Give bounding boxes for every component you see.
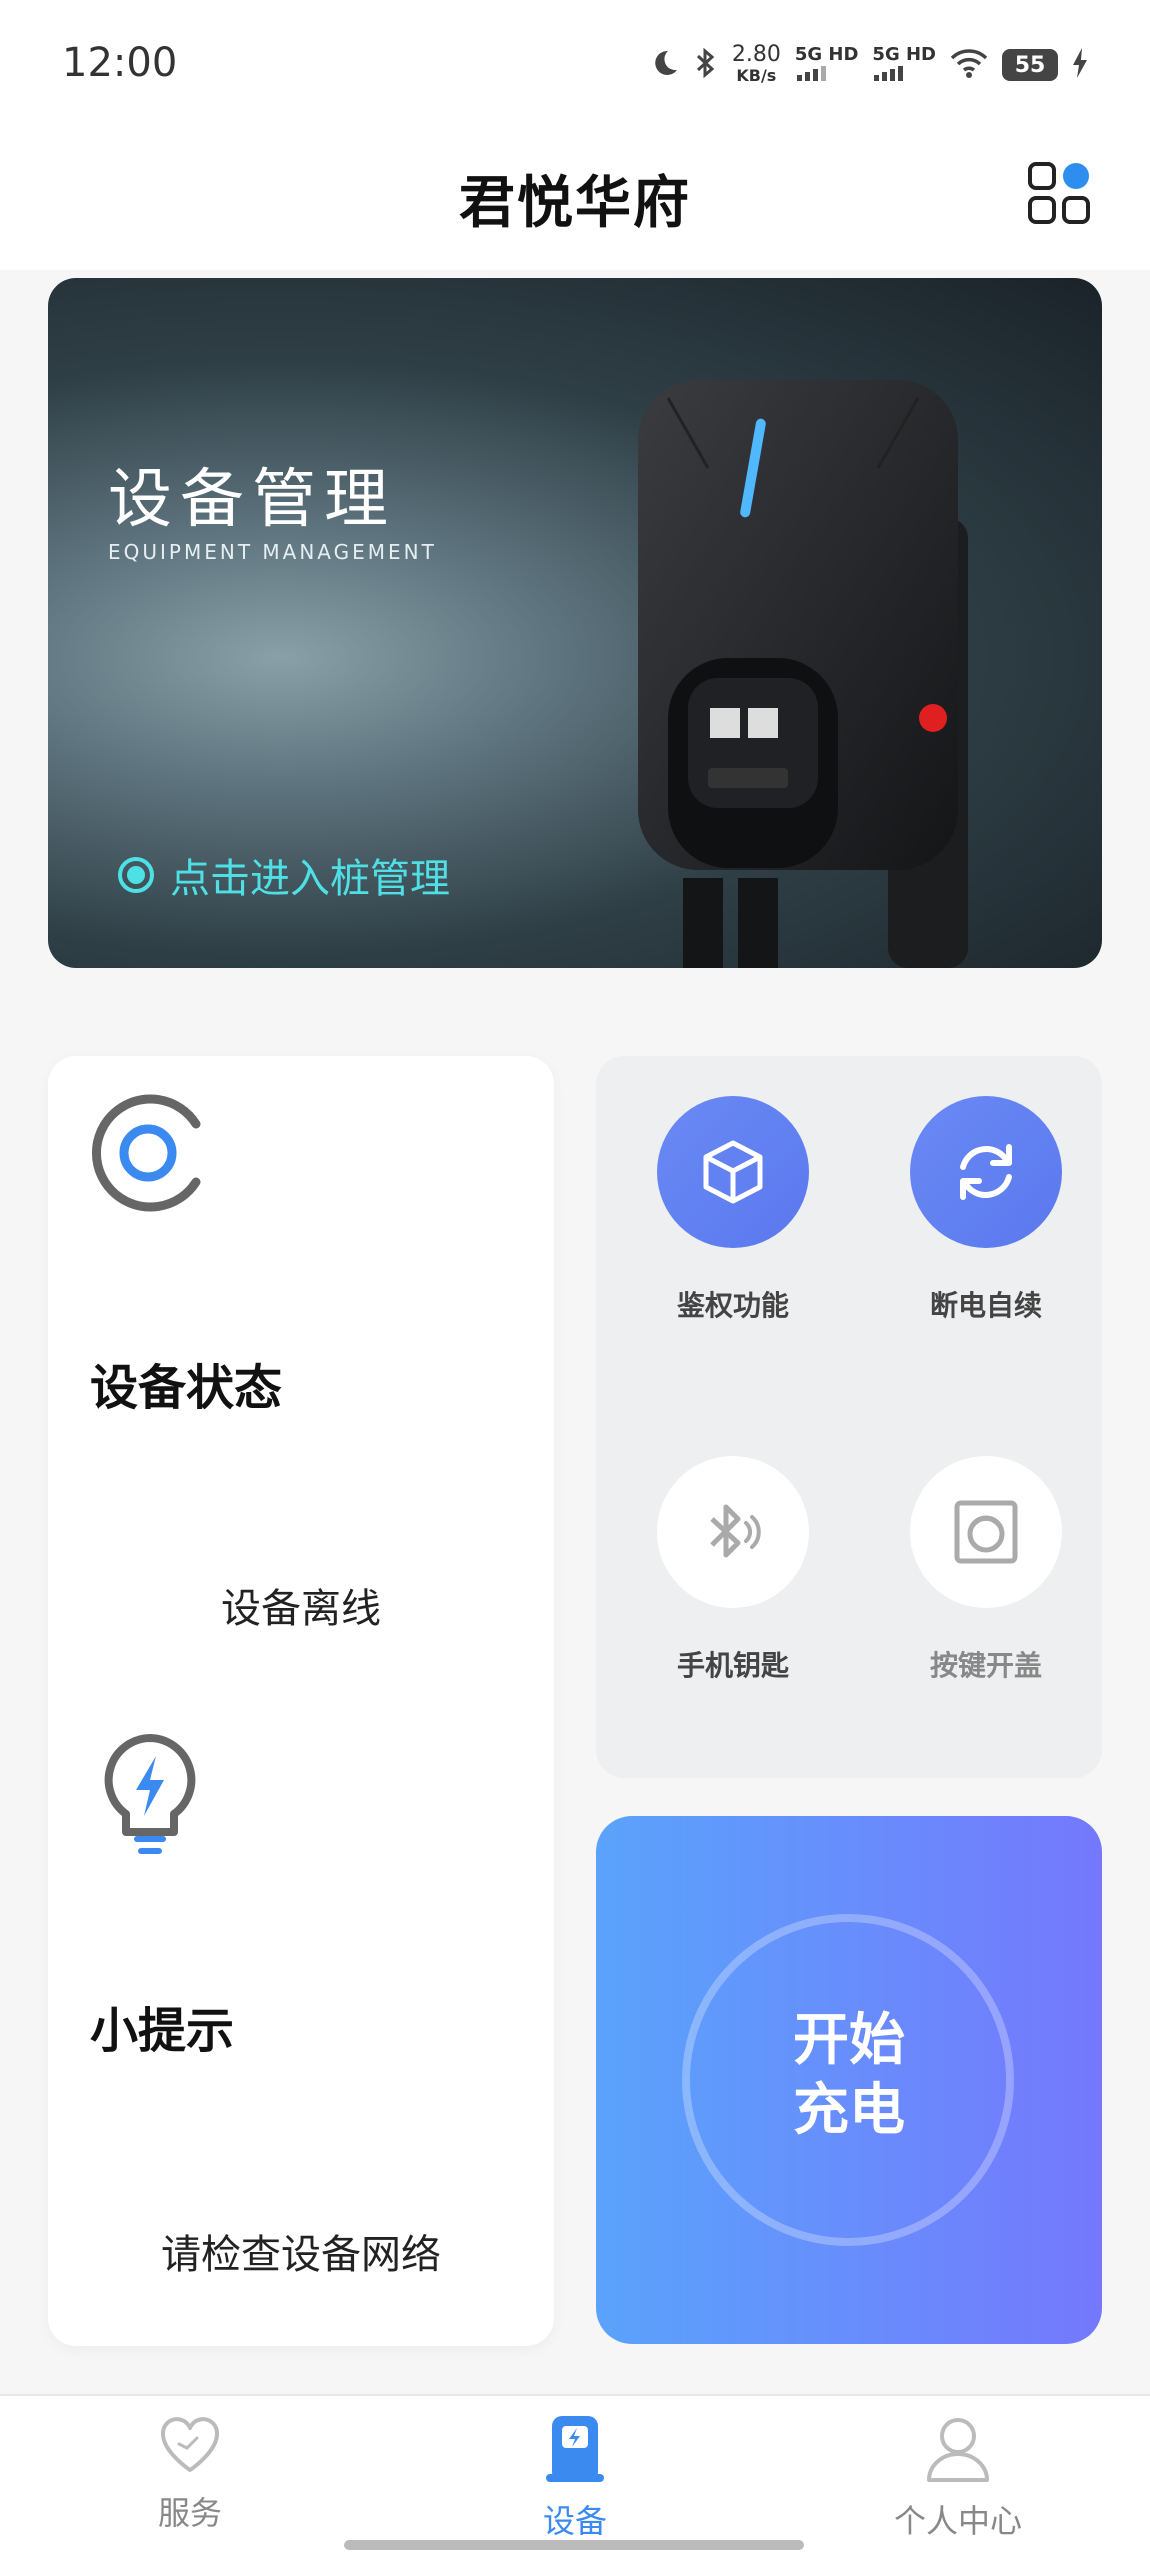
home-indicator[interactable] <box>344 2540 804 2550</box>
page-title: 君悦华府 <box>459 171 691 236</box>
banner-subtitle: EQUIPMENT MANAGEMENT <box>108 540 437 564</box>
equipment-management-banner[interactable]: 设备管理 EQUIPMENT MANAGEMENT 点击进入桩管理 <box>48 278 1102 968</box>
sim2-signal: 5G HD <box>872 45 936 85</box>
auth-function-button[interactable]: 鉴权功能 <box>623 1096 843 1324</box>
nav-label: 个人中心 <box>893 2502 1022 2540</box>
nav-item-service[interactable]: 服务 <box>80 2414 300 2534</box>
cube-icon <box>703 1140 763 1204</box>
status-bar: 12:00 2.80 KB/s 5G HD 5G HD 55 <box>0 0 1150 130</box>
banner-title: 设备管理 <box>108 463 396 537</box>
app-header: 君悦华府 <box>0 130 1150 270</box>
charger-illustration <box>638 380 968 968</box>
function-grid: 鉴权功能 断电自续 手机钥匙 按键开盖 <box>596 1056 1102 1778</box>
bluetooth-status-icon <box>694 47 718 83</box>
phone-key-button[interactable]: 手机钥匙 <box>623 1456 843 1684</box>
battery-indicator: 55 <box>1002 49 1058 81</box>
device-status-card: 设备状态 设备离线 小提示 请检查设备网络 <box>48 1056 554 2346</box>
radio-dot-icon <box>118 857 154 893</box>
nav-label: 设备 <box>542 2502 607 2540</box>
function-label: 鉴权功能 <box>676 1289 789 1322</box>
nav-item-profile[interactable]: 个人中心 <box>848 2414 1068 2542</box>
power-ring-icon <box>91 1094 201 1212</box>
status-icons: 2.80 KB/s 5G HD 5G HD 55 <box>650 44 1088 86</box>
function-icon-circle <box>910 1096 1062 1248</box>
heart-icon <box>160 2417 220 2472</box>
refresh-icon <box>960 1144 1012 1200</box>
lightbulb-icon <box>104 1734 196 1854</box>
power-resume-button[interactable]: 断电自续 <box>876 1096 1096 1324</box>
start-charging-button[interactable]: 开始 充电 <box>596 1816 1102 2344</box>
net-speed: 2.80 KB/s <box>731 42 781 86</box>
tip-value: 请检查设备网络 <box>161 2232 441 2278</box>
charging-bolt-icon <box>1072 48 1088 82</box>
function-icon-circle <box>657 1456 809 1608</box>
function-label: 按键开盖 <box>929 1649 1042 1682</box>
function-label: 断电自续 <box>929 1289 1042 1322</box>
banner-link-label: 点击进入桩管理 <box>170 856 450 902</box>
nav-item-device[interactable]: 设备 <box>465 2414 685 2542</box>
function-icon-circle <box>657 1096 809 1248</box>
moon-icon <box>650 48 680 82</box>
charger-icon <box>546 2416 604 2482</box>
device-status-value: 设备离线 <box>221 1586 381 1632</box>
user-icon <box>927 2418 989 2482</box>
nav-label: 服务 <box>157 2494 222 2532</box>
button-icon <box>954 1500 1018 1564</box>
function-label: 手机钥匙 <box>676 1649 789 1682</box>
enter-pile-management-link[interactable]: 点击进入桩管理 <box>118 846 450 904</box>
device-status-title: 设备状态 <box>90 1360 283 1416</box>
grid-menu-icon[interactable] <box>1026 160 1092 226</box>
wifi-icon <box>950 48 988 82</box>
function-icon-circle <box>910 1456 1062 1608</box>
sim1-signal: 5G HD <box>795 45 858 85</box>
bluetooth-icon <box>710 1504 761 1558</box>
button-open-lid-button[interactable]: 按键开盖 <box>876 1456 1096 1684</box>
start-charging-label: 开始 充电 <box>793 2008 905 2143</box>
tip-title: 小提示 <box>90 2003 235 2059</box>
bottom-nav: 服务 设备 个人中心 <box>0 2394 1150 2556</box>
status-time: 12:00 <box>62 40 178 86</box>
